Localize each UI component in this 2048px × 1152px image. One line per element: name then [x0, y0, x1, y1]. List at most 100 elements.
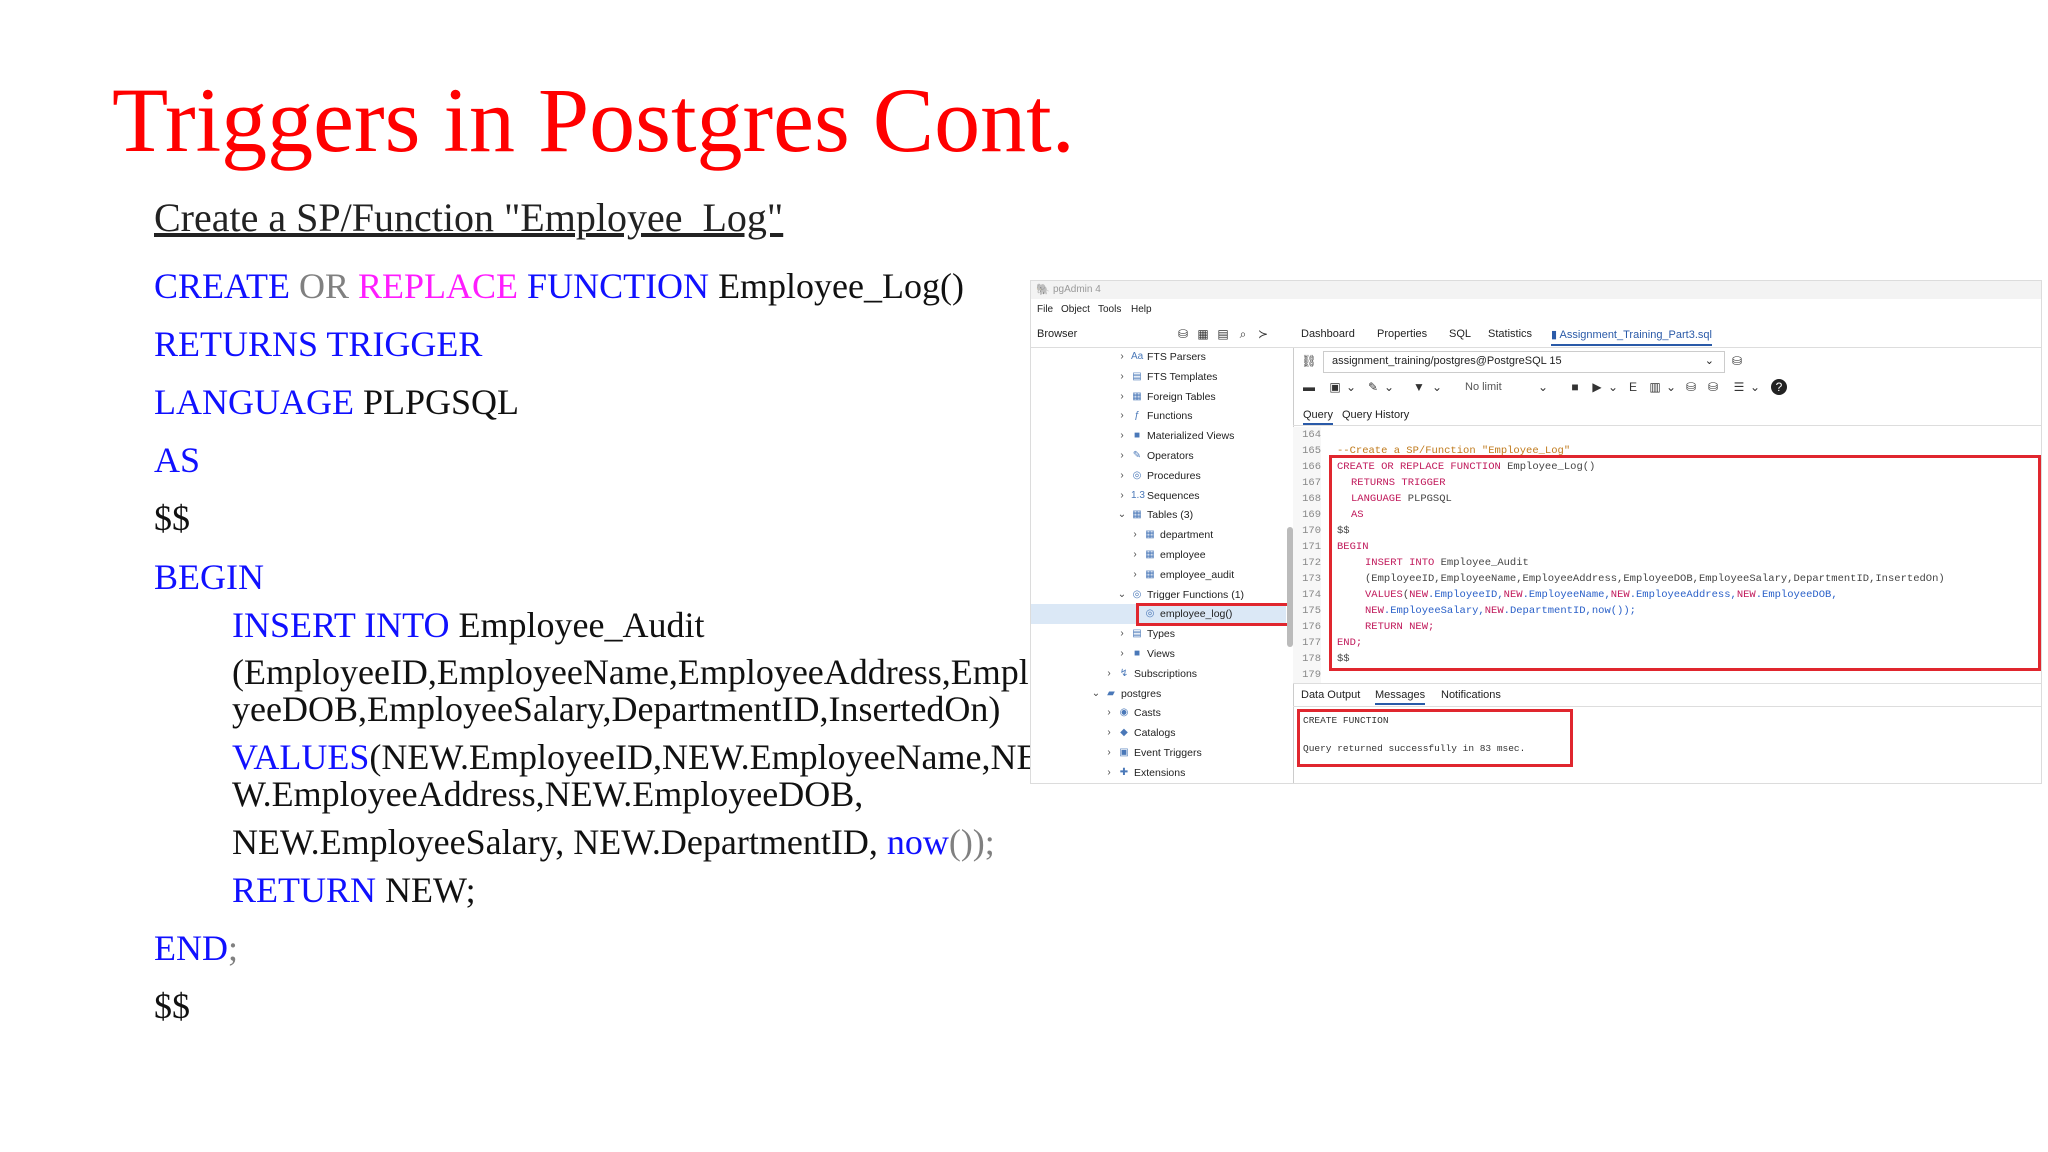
chevron-right-icon[interactable]: › [1117, 446, 1127, 466]
connection-select[interactable]: assignment_training/postgres@PostgreSQL … [1323, 351, 1725, 373]
rollback-icon[interactable]: ⛁ [1705, 379, 1721, 395]
tab-messages[interactable]: Messages [1375, 689, 1426, 705]
explain-icon[interactable]: E [1625, 379, 1641, 395]
edit-dropdown-icon[interactable]: ⌄ [1381, 379, 1397, 395]
new-connection-icon[interactable]: ⛁ [1729, 353, 1745, 369]
limit-dropdown-icon[interactable]: ⌄ [1535, 379, 1551, 395]
tree-item[interactable]: › ◉ Casts [1031, 703, 1286, 723]
tree-item[interactable]: › ✚ Extensions [1031, 763, 1286, 783]
menu-file[interactable]: File [1037, 304, 1053, 315]
tree-item[interactable]: › ▤ Types [1031, 624, 1286, 644]
tree-item[interactable]: › ▦ department [1031, 525, 1286, 545]
chevron-down-icon: ⌄ [1704, 355, 1714, 367]
browser-header: Browser ⛁ ▦ ▤ ⌕ ≻ [1031, 321, 1293, 348]
sql-editor[interactable]: 164 165 166 167 168 169 170 171 172 173 174 175 176 1… [1293, 427, 2041, 683]
search-icon[interactable]: ⌕ [1235, 326, 1251, 342]
tab-query-history[interactable]: Query History [1342, 409, 1409, 421]
commit-icon[interactable]: ⛁ [1683, 379, 1699, 395]
save-dropdown-icon[interactable]: ⌄ [1343, 379, 1359, 395]
tab-query[interactable]: Query [1303, 409, 1333, 425]
tree-item[interactable]: › ▦ Foreign Tables [1031, 387, 1286, 407]
chevron-right-icon[interactable]: › [1130, 525, 1140, 545]
tree-item-label: Tables (3) [1147, 509, 1194, 522]
tree-item[interactable]: ⌄ ◎ Trigger Functions (1) [1031, 585, 1286, 605]
tree-item[interactable]: › ■ Views [1031, 644, 1286, 664]
open-folder-icon[interactable]: ▬ [1301, 379, 1317, 395]
tree-item[interactable]: › Aa FTS Parsers [1031, 347, 1286, 367]
table-view-icon[interactable]: ▦ [1195, 326, 1211, 342]
tab-dashboard[interactable]: Dashboard [1301, 328, 1355, 340]
tree-item[interactable]: › ◆ Catalogs [1031, 723, 1286, 743]
tree-item-employee-log[interactable]: ◎ employee_log() [1031, 603, 1292, 627]
chevron-down-icon[interactable]: ⌄ [1117, 585, 1127, 605]
terminal-icon[interactable]: ≻ [1255, 326, 1271, 342]
chevron-right-icon[interactable]: › [1104, 763, 1114, 783]
tree-item[interactable]: › ▣ Event Triggers [1031, 743, 1286, 763]
line-number: 177 [1293, 635, 1321, 651]
tab-data-output[interactable]: Data Output [1301, 689, 1360, 701]
chevron-right-icon[interactable]: › [1117, 624, 1127, 644]
tree-item[interactable]: › ▦ employee [1031, 545, 1286, 565]
code-end-kw: END [154, 928, 228, 968]
tree-item[interactable]: › ↯ Subscriptions [1031, 664, 1286, 684]
filter-table-icon[interactable]: ▤ [1215, 326, 1231, 342]
chevron-right-icon[interactable]: › [1117, 486, 1127, 506]
chevron-right-icon[interactable]: › [1117, 367, 1127, 387]
tab-notifications[interactable]: Notifications [1441, 689, 1501, 701]
tree-item-label: Sequences [1147, 489, 1200, 502]
menu-object[interactable]: Object [1061, 304, 1090, 315]
chevron-right-icon[interactable]: › [1117, 347, 1127, 367]
slide-title: Triggers in Postgres Cont. [112, 69, 1075, 171]
menu-help[interactable]: Help [1131, 304, 1152, 315]
filter-icon[interactable]: ▼ [1411, 379, 1427, 395]
macros-dropdown-icon[interactable]: ⌄ [1747, 379, 1763, 395]
line-number: 167 [1293, 475, 1321, 491]
tree-item[interactable]: › ✎ Operators [1031, 446, 1286, 466]
tree-node-icon: ✚ [1119, 766, 1129, 778]
tab-query-file[interactable]: ▮ Assignment_Training_Part3.sql [1551, 328, 1712, 346]
database-icon[interactable]: ⛁ [1175, 326, 1191, 342]
tree-item[interactable]: ⌄ ▰ postgres [1031, 684, 1286, 704]
chevron-right-icon[interactable]: › [1117, 406, 1127, 426]
macros-icon[interactable]: ☰ [1731, 379, 1747, 395]
chevron-right-icon[interactable]: › [1130, 545, 1140, 565]
save-icon[interactable]: ▣ [1327, 379, 1343, 395]
tree-node-icon: ■ [1133, 430, 1141, 442]
chevron-right-icon[interactable]: › [1104, 664, 1114, 684]
tab-statistics[interactable]: Statistics [1488, 328, 1532, 340]
execute-icon[interactable]: ▶ [1589, 379, 1605, 395]
chevron-right-icon[interactable]: › [1117, 426, 1127, 446]
chevron-right-icon[interactable]: › [1117, 387, 1127, 407]
chevron-right-icon[interactable]: › [1130, 565, 1140, 585]
slide-subtitle: Create a SP/Function "Employee_Log" [154, 195, 784, 240]
help-icon[interactable]: ? [1771, 379, 1787, 395]
explain-dropdown-icon[interactable]: ⌄ [1663, 379, 1679, 395]
tree-item[interactable]: ⌄ ▦ Tables (3) [1031, 505, 1286, 525]
menu-tools[interactable]: Tools [1098, 304, 1121, 315]
explain-analyze-icon[interactable]: ▥ [1647, 379, 1663, 395]
chevron-right-icon[interactable]: › [1117, 644, 1127, 664]
tab-sql[interactable]: SQL [1449, 328, 1471, 340]
tree-item[interactable]: › ▦ employee_audit [1031, 565, 1286, 585]
connection-status-icon[interactable]: ⛓ [1301, 353, 1317, 369]
code-line-create: CREATE OR REPLACE FUNCTION Employee_Log(… [154, 268, 964, 304]
chevron-down-icon[interactable]: ⌄ [1117, 505, 1127, 525]
stop-icon[interactable]: ■ [1567, 379, 1583, 395]
tree-node-icon: ◆ [1120, 727, 1128, 739]
chevron-down-icon[interactable]: ⌄ [1091, 684, 1101, 704]
execute-dropdown-icon[interactable]: ⌄ [1605, 379, 1621, 395]
tree-item[interactable]: › ▤ FTS Templates [1031, 367, 1286, 387]
chevron-right-icon[interactable]: › [1117, 466, 1127, 486]
tab-properties[interactable]: Properties [1377, 328, 1427, 340]
tree-node-icon: ▦ [1145, 529, 1155, 541]
filter-dropdown-icon[interactable]: ⌄ [1429, 379, 1445, 395]
tree-item[interactable]: › 1.3 Sequences [1031, 486, 1286, 506]
chevron-right-icon[interactable]: › [1104, 703, 1114, 723]
edit-icon[interactable]: ✎ [1365, 379, 1381, 395]
tree-item[interactable]: › ■ Materialized Views [1031, 426, 1286, 446]
tree-item[interactable]: › ƒ Functions [1031, 406, 1286, 426]
row-limit-select[interactable]: No limit [1465, 381, 1502, 393]
chevron-right-icon[interactable]: › [1104, 723, 1114, 743]
tree-item[interactable]: › ◎ Procedures [1031, 466, 1286, 486]
chevron-right-icon[interactable]: › [1104, 743, 1114, 763]
